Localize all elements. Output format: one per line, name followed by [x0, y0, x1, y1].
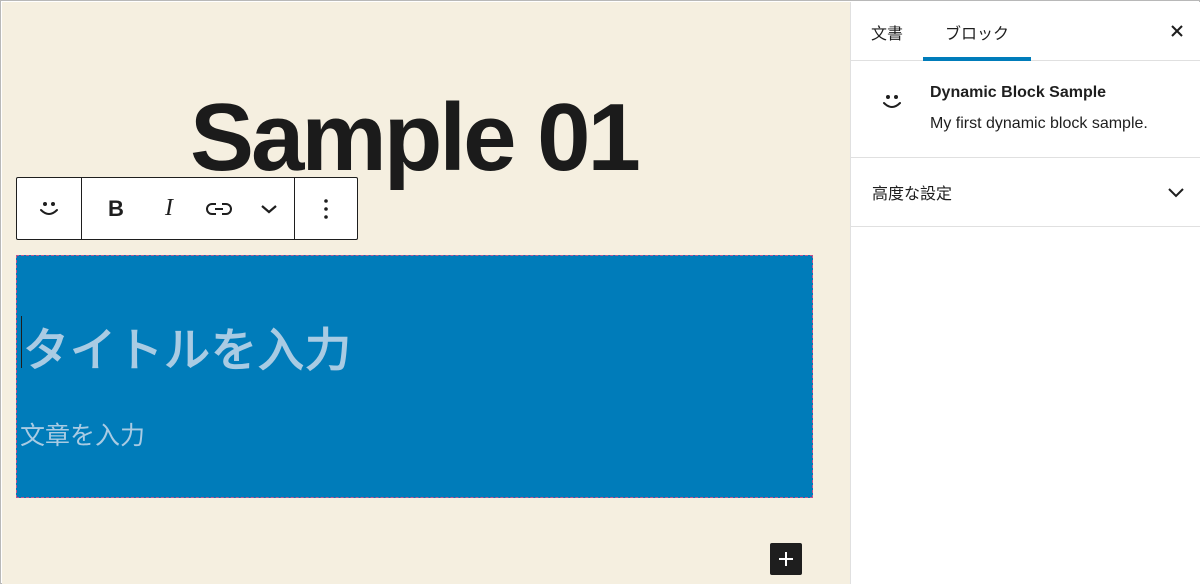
link-button[interactable]	[194, 178, 244, 239]
dynamic-block[interactable]: タイトルを入力 文章を入力	[16, 255, 813, 498]
block-switcher-group	[17, 178, 81, 239]
plus-icon	[779, 552, 793, 566]
block-card-description: My first dynamic block sample.	[930, 115, 1148, 132]
italic-icon: I	[165, 195, 173, 221]
sidebar-tabs: 文書 ブロック	[851, 2, 1200, 61]
chevron-down-icon	[1168, 188, 1184, 198]
italic-button[interactable]: I	[144, 178, 194, 239]
more-formats-button[interactable]	[244, 178, 294, 239]
advanced-settings-panel[interactable]: 高度な設定	[851, 158, 1200, 227]
close-icon	[1171, 25, 1183, 37]
options-group	[294, 178, 357, 239]
heading-placeholder[interactable]: タイトルを入力	[23, 314, 352, 380]
block-card-title: Dynamic Block Sample	[930, 84, 1107, 101]
block-type-button[interactable]	[17, 178, 81, 239]
smiley-icon	[40, 201, 58, 215]
text-placeholder[interactable]: 文章を入力	[20, 416, 145, 452]
format-group: B I	[81, 178, 294, 239]
editor-canvas[interactable]: Sample 01 B I タイトルを入力 文章を入力	[2, 2, 850, 584]
text-caret	[21, 316, 22, 368]
smiley-icon	[883, 95, 901, 108]
more-vertical-icon	[324, 198, 328, 219]
tab-document[interactable]: 文書	[851, 2, 923, 61]
block-inserter-button[interactable]	[770, 543, 802, 575]
settings-sidebar: 文書 ブロック Dynamic Block Sample My first dy…	[850, 2, 1200, 584]
tab-block[interactable]: ブロック	[923, 2, 1031, 61]
block-card: Dynamic Block Sample My first dynamic bl…	[851, 61, 1200, 158]
close-sidebar-button[interactable]	[1162, 16, 1192, 46]
panel-title: 高度な設定	[872, 184, 953, 203]
link-icon	[206, 202, 232, 215]
chevron-down-icon	[261, 204, 277, 213]
page-title[interactable]: Sample 01	[190, 90, 641, 186]
block-toolbar: B I	[16, 177, 358, 240]
bold-icon: B	[108, 195, 124, 221]
bold-button[interactable]: B	[82, 178, 144, 239]
tab-block-label: ブロック	[944, 23, 1009, 43]
window-frame: Sample 01 B I タイトルを入力 文章を入力 文書 ブロック Dyna…	[0, 0, 1200, 584]
block-options-button[interactable]	[295, 178, 357, 239]
tab-document-label: 文書	[870, 23, 903, 43]
